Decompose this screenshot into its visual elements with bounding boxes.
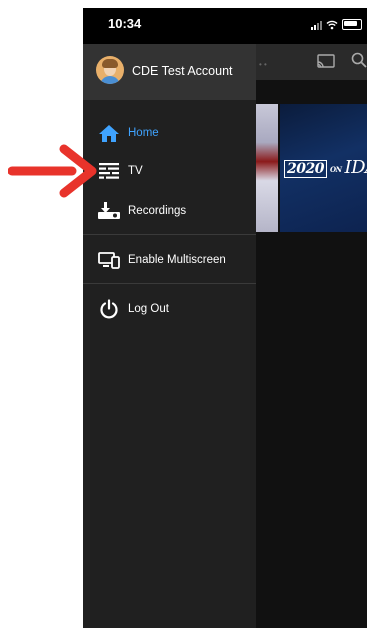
tv-guide-icon <box>98 160 120 182</box>
menu-item-label: Home <box>128 127 159 139</box>
phone-screen: • • 2020ONIDA 10:34 <box>83 8 367 628</box>
status-icons <box>311 19 362 30</box>
show-thumbnail[interactable] <box>256 104 278 232</box>
menu-divider <box>83 283 256 284</box>
wifi-icon <box>326 20 338 29</box>
red-arrow-annotation-icon <box>8 144 97 198</box>
menu-item-tv[interactable]: TV <box>83 153 256 189</box>
navigation-drawer: CDE Test Account Home TV Recordings Enab… <box>83 44 256 628</box>
menu-item-recordings[interactable]: Recordings <box>83 193 256 229</box>
menu-divider <box>83 234 256 235</box>
menu-item-label: Log Out <box>128 303 169 315</box>
power-icon <box>98 298 120 320</box>
status-bar: 10:34 <box>83 8 367 44</box>
avatar <box>96 56 124 84</box>
account-name: CDE Test Account <box>132 64 233 78</box>
menu-item-label: TV <box>128 165 143 177</box>
signal-icon <box>311 20 322 30</box>
home-icon <box>98 122 120 144</box>
background-menu-dots: • • <box>259 60 267 69</box>
menu-item-home[interactable]: Home <box>83 115 256 151</box>
menu-item-enable-multiscreen[interactable]: Enable Multiscreen <box>83 242 256 278</box>
multiscreen-icon <box>98 249 120 271</box>
cast-icon[interactable] <box>317 54 335 68</box>
recordings-icon <box>98 200 120 222</box>
thumbnail-title: 2020ONIDA <box>284 157 367 178</box>
menu-item-label: Recordings <box>128 205 187 217</box>
menu-item-log-out[interactable]: Log Out <box>83 291 256 327</box>
status-time: 10:34 <box>108 16 142 31</box>
show-thumbnail[interactable]: 2020ONIDA <box>280 104 367 232</box>
account-header[interactable]: CDE Test Account <box>83 44 256 100</box>
battery-icon <box>342 19 362 30</box>
menu-item-label: Enable Multiscreen <box>128 254 226 266</box>
search-icon[interactable] <box>351 52 367 68</box>
